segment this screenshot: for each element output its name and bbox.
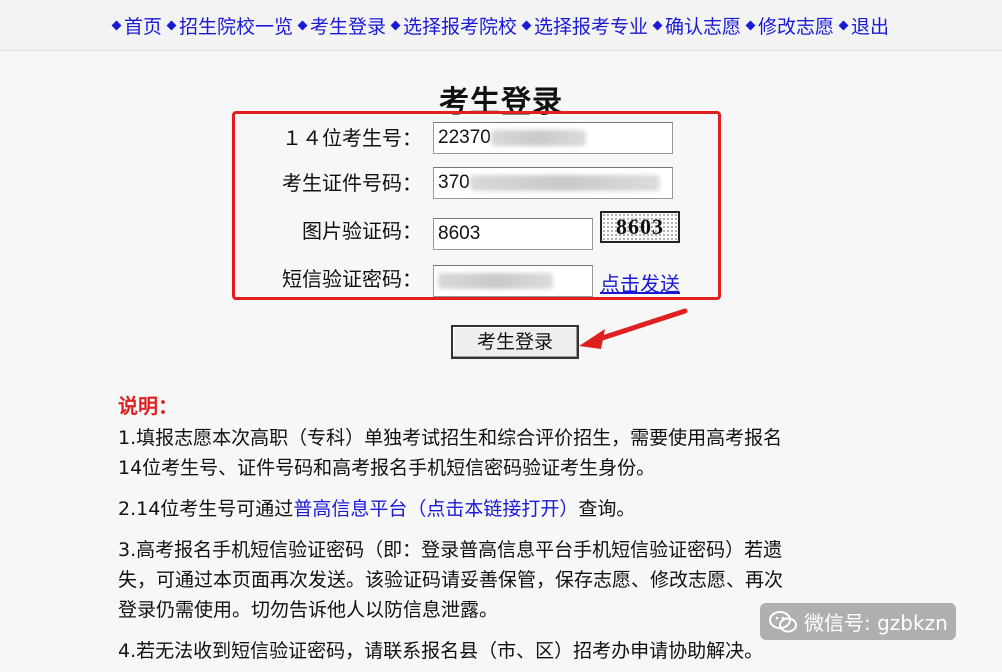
sms-input[interactable] [433, 265, 593, 297]
id-no-input[interactable]: 370 [433, 167, 673, 199]
diamond-bullet-icon [838, 20, 849, 30]
diamond-bullet-icon [521, 20, 532, 30]
red-arrow-icon [579, 308, 688, 349]
exam-no-value: 22370 [438, 127, 491, 148]
top-nav: 首页 招生院校一览 考生登录 选择报考院校 选择报考专业 确认志愿 修改志愿 退… [0, 0, 1002, 51]
nav-item-choose-major[interactable]: 选择报考专业 [521, 12, 649, 39]
nav-item-label: 修改志愿 [758, 15, 835, 38]
wechat-watermark: 微信号: gzbkzn [760, 603, 956, 640]
note-3-line-1: 3.高考报名手机短信验证密码（即：登录普高信息平台手机短信验证密码）若遗 [118, 539, 783, 561]
nav-item-login[interactable]: 考生登录 [297, 12, 386, 39]
exam-no-label: １４位考生号： [282, 126, 422, 150]
diamond-bullet-icon [111, 20, 122, 30]
exam-no-input[interactable]: 22370 [433, 122, 673, 154]
wechat-icon [769, 610, 797, 632]
nav-item-label: 确认志愿 [665, 15, 742, 38]
captcha-image[interactable]: 8603 [600, 211, 680, 243]
nav-item-label: 考生登录 [309, 15, 386, 38]
nav-item-label: 选择报考院校 [402, 15, 517, 38]
id-no-value: 370 [438, 172, 470, 193]
nav-item-schools[interactable]: 招生院校一览 [166, 12, 293, 39]
nav-item-confirm[interactable]: 确认志愿 [652, 12, 742, 39]
note-1-line-1: 1.填报志愿本次高职（专科）单独考试招生和综合评价招生，需要使用高考报名 [118, 427, 783, 449]
send-sms-link[interactable]: 点击发送 [600, 268, 680, 297]
note-4: 4.若无法收到短信验证密码，请联系报名县（市、区）招考办申请协助解决。 [118, 640, 764, 662]
nav-item-label: 首页 [123, 15, 162, 38]
nav-item-home[interactable]: 首页 [111, 12, 162, 39]
note-1-line-2: 14位考生号、证件号码和高考报名手机短信密码验证考生身份。 [118, 457, 656, 479]
nav-item-label: 招生院校一览 [178, 15, 293, 38]
note-3-line-2: 失，可通过本页面再次发送。该验证码请妥善保管，保存志愿、修改志愿、再次 [118, 569, 784, 591]
diamond-bullet-icon [166, 20, 177, 30]
redacted-blur [469, 174, 660, 191]
note-2-prefix: 2.14位考生号可通过 [118, 498, 294, 520]
nav-item-modify[interactable]: 修改志愿 [745, 12, 835, 39]
diamond-bullet-icon [652, 20, 663, 30]
watermark-text: 微信号: gzbkzn [804, 611, 948, 635]
nav-item-label: 选择报考专业 [534, 15, 649, 38]
notes-title: 说明： [118, 394, 178, 418]
id-no-label: 考生证件号码： [282, 171, 422, 195]
note-2-suffix: 查询。 [578, 498, 636, 520]
redacted-blur [490, 129, 586, 146]
captcha-input[interactable]: 8603 [433, 218, 593, 250]
login-button[interactable]: 考生登录 [451, 325, 579, 359]
nav-item-choose-school[interactable]: 选择报考院校 [390, 12, 517, 39]
diamond-bullet-icon [390, 20, 401, 30]
note-2: 2.14位考生号可通过普高信息平台（点击本链接打开）查询。 [118, 495, 918, 524]
nav-item-label: 退出 [851, 15, 890, 38]
diamond-bullet-icon [297, 20, 308, 30]
diamond-bullet-icon [745, 20, 756, 30]
nav-item-logout[interactable]: 退出 [838, 12, 890, 39]
redacted-blur [438, 272, 553, 289]
platform-link[interactable]: 普高信息平台（点击本链接打开） [293, 498, 578, 520]
sms-label: 短信验证密码： [282, 267, 422, 291]
captcha-label: 图片验证码： [302, 219, 422, 243]
